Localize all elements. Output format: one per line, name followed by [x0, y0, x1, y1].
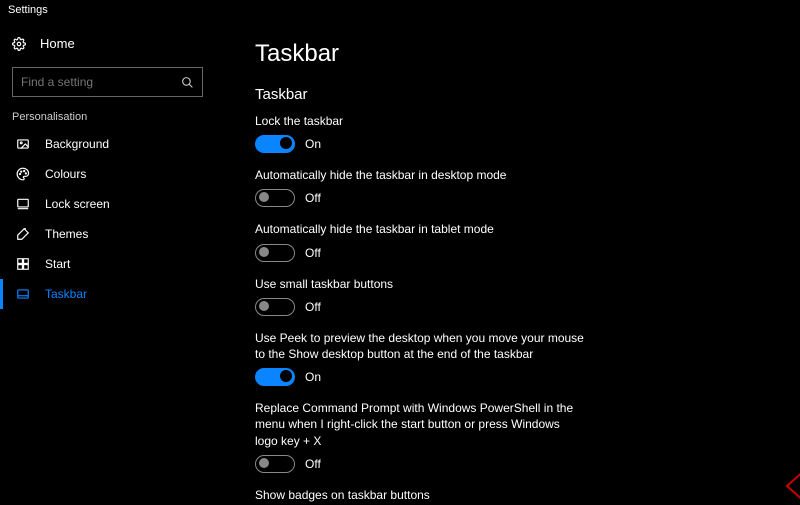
setting-label: Use small taskbar buttons: [255, 276, 585, 292]
sidebar-item-background[interactable]: Background: [0, 129, 215, 159]
sidebar-item-themes[interactable]: Themes: [0, 219, 215, 249]
toggle-state: Off: [305, 191, 321, 205]
sidebar-item-colours[interactable]: Colours: [0, 159, 215, 189]
start-icon: [15, 257, 31, 271]
setting-label: Use Peek to preview the desktop when you…: [255, 330, 585, 362]
sidebar-item-lockscreen[interactable]: Lock screen: [0, 189, 215, 219]
setting-peek: Use Peek to preview the desktop when you…: [255, 330, 585, 386]
sidebar-item-label: Background: [45, 137, 109, 151]
lockscreen-icon: [15, 197, 31, 211]
setting-label: Show badges on taskbar buttons: [255, 487, 585, 503]
toggle-powershell[interactable]: [255, 455, 295, 473]
home-button[interactable]: Home: [0, 30, 215, 57]
taskbar-icon: [15, 287, 31, 301]
section-title: Taskbar: [255, 86, 780, 103]
sidebar-item-start[interactable]: Start: [0, 249, 215, 279]
setting-label: Automatically hide the taskbar in deskto…: [255, 167, 585, 183]
sidebar-item-label: Taskbar: [45, 287, 87, 301]
picture-icon: [15, 137, 31, 151]
setting-label: Automatically hide the taskbar in tablet…: [255, 221, 585, 237]
toggle-autohide-desktop[interactable]: [255, 189, 295, 207]
setting-autohide-desktop: Automatically hide the taskbar in deskto…: [255, 167, 585, 207]
toggle-state: Off: [305, 246, 321, 260]
setting-lock-taskbar: Lock the taskbar On: [255, 113, 585, 153]
sidebar-item-label: Colours: [45, 167, 86, 181]
toggle-state: Off: [305, 300, 321, 314]
window-title: Settings: [0, 0, 800, 20]
toggle-state: On: [305, 370, 321, 384]
nav-list: Background Colours Lock screen Themes St…: [0, 129, 215, 309]
search-icon: [181, 76, 194, 89]
setting-powershell: Replace Command Prompt with Windows Powe…: [255, 400, 585, 473]
setting-small-buttons: Use small taskbar buttons Off: [255, 276, 585, 316]
toggle-state: Off: [305, 457, 321, 471]
toggle-lock-taskbar[interactable]: [255, 135, 295, 153]
setting-label: Replace Command Prompt with Windows Powe…: [255, 400, 585, 449]
annotation-arrow-icon: [785, 468, 800, 504]
home-icon: [12, 37, 26, 51]
search-input-wrap[interactable]: [12, 67, 203, 97]
toggle-state: On: [305, 137, 321, 151]
sidebar-item-label: Themes: [45, 227, 88, 241]
setting-autohide-tablet: Automatically hide the taskbar in tablet…: [255, 221, 585, 261]
home-label: Home: [40, 36, 75, 51]
themes-icon: [15, 227, 31, 241]
setting-badges: Show badges on taskbar buttons On: [255, 487, 585, 505]
toggle-small-buttons[interactable]: [255, 298, 295, 316]
toggle-peek[interactable]: [255, 368, 295, 386]
toggle-autohide-tablet[interactable]: [255, 244, 295, 262]
page-title: Taskbar: [255, 40, 780, 68]
sidebar: Home Personalisation Background Colours: [0, 20, 215, 505]
search-input[interactable]: [21, 75, 181, 89]
sidebar-item-label: Lock screen: [45, 197, 110, 211]
sidebar-item-label: Start: [45, 257, 70, 271]
sidebar-item-taskbar[interactable]: Taskbar: [0, 279, 215, 309]
palette-icon: [15, 167, 31, 181]
setting-label: Lock the taskbar: [255, 113, 585, 129]
category-label: Personalisation: [0, 111, 215, 129]
main-content: Taskbar Taskbar Lock the taskbar On Auto…: [215, 20, 800, 505]
